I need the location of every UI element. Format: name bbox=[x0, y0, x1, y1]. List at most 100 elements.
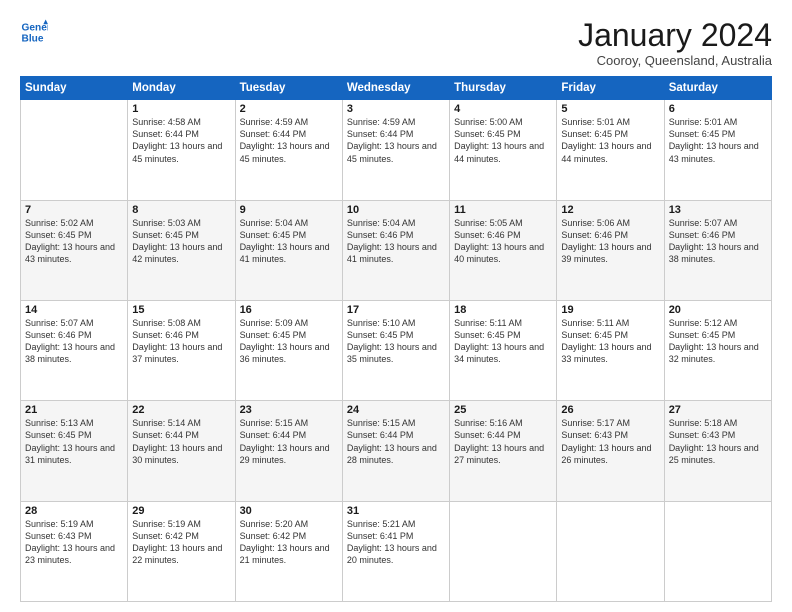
calendar-cell bbox=[557, 501, 664, 601]
day-info: Sunrise: 5:10 AM Sunset: 6:45 PM Dayligh… bbox=[347, 317, 445, 366]
day-number: 13 bbox=[669, 204, 767, 216]
col-header-thursday: Thursday bbox=[450, 77, 557, 100]
day-info: Sunrise: 5:17 AM Sunset: 6:43 PM Dayligh… bbox=[561, 417, 659, 466]
day-info: Sunrise: 4:58 AM Sunset: 6:44 PM Dayligh… bbox=[132, 116, 230, 165]
day-number: 18 bbox=[454, 304, 552, 316]
calendar-table: SundayMondayTuesdayWednesdayThursdayFrid… bbox=[20, 76, 772, 602]
calendar-cell: 13Sunrise: 5:07 AM Sunset: 6:46 PM Dayli… bbox=[664, 200, 771, 300]
day-info: Sunrise: 5:03 AM Sunset: 6:45 PM Dayligh… bbox=[132, 217, 230, 266]
day-info: Sunrise: 5:19 AM Sunset: 6:43 PM Dayligh… bbox=[25, 518, 123, 567]
day-number: 28 bbox=[25, 505, 123, 517]
col-header-wednesday: Wednesday bbox=[342, 77, 449, 100]
calendar-cell: 23Sunrise: 5:15 AM Sunset: 6:44 PM Dayli… bbox=[235, 401, 342, 501]
location-subtitle: Cooroy, Queensland, Australia bbox=[578, 53, 772, 68]
day-info: Sunrise: 5:00 AM Sunset: 6:45 PM Dayligh… bbox=[454, 116, 552, 165]
header-row: SundayMondayTuesdayWednesdayThursdayFrid… bbox=[21, 77, 772, 100]
day-number: 11 bbox=[454, 204, 552, 216]
calendar-cell: 28Sunrise: 5:19 AM Sunset: 6:43 PM Dayli… bbox=[21, 501, 128, 601]
day-number: 20 bbox=[669, 304, 767, 316]
day-number: 9 bbox=[240, 204, 338, 216]
day-number: 3 bbox=[347, 103, 445, 115]
calendar-cell: 30Sunrise: 5:20 AM Sunset: 6:42 PM Dayli… bbox=[235, 501, 342, 601]
day-number: 5 bbox=[561, 103, 659, 115]
day-number: 25 bbox=[454, 404, 552, 416]
day-number: 10 bbox=[347, 204, 445, 216]
day-info: Sunrise: 5:09 AM Sunset: 6:45 PM Dayligh… bbox=[240, 317, 338, 366]
calendar-cell: 1Sunrise: 4:58 AM Sunset: 6:44 PM Daylig… bbox=[128, 100, 235, 200]
col-header-tuesday: Tuesday bbox=[235, 77, 342, 100]
logo: General Blue bbox=[20, 18, 48, 46]
day-number: 19 bbox=[561, 304, 659, 316]
day-info: Sunrise: 5:18 AM Sunset: 6:43 PM Dayligh… bbox=[669, 417, 767, 466]
calendar-cell: 22Sunrise: 5:14 AM Sunset: 6:44 PM Dayli… bbox=[128, 401, 235, 501]
calendar-cell: 26Sunrise: 5:17 AM Sunset: 6:43 PM Dayli… bbox=[557, 401, 664, 501]
calendar-cell: 14Sunrise: 5:07 AM Sunset: 6:46 PM Dayli… bbox=[21, 300, 128, 400]
col-header-friday: Friday bbox=[557, 77, 664, 100]
calendar-cell: 7Sunrise: 5:02 AM Sunset: 6:45 PM Daylig… bbox=[21, 200, 128, 300]
calendar-cell bbox=[21, 100, 128, 200]
day-info: Sunrise: 5:07 AM Sunset: 6:46 PM Dayligh… bbox=[669, 217, 767, 266]
day-number: 15 bbox=[132, 304, 230, 316]
calendar-cell: 9Sunrise: 5:04 AM Sunset: 6:45 PM Daylig… bbox=[235, 200, 342, 300]
day-number: 2 bbox=[240, 103, 338, 115]
day-info: Sunrise: 5:15 AM Sunset: 6:44 PM Dayligh… bbox=[347, 417, 445, 466]
calendar-cell bbox=[664, 501, 771, 601]
calendar-cell: 16Sunrise: 5:09 AM Sunset: 6:45 PM Dayli… bbox=[235, 300, 342, 400]
calendar-cell: 3Sunrise: 4:59 AM Sunset: 6:44 PM Daylig… bbox=[342, 100, 449, 200]
calendar-cell: 12Sunrise: 5:06 AM Sunset: 6:46 PM Dayli… bbox=[557, 200, 664, 300]
day-number: 16 bbox=[240, 304, 338, 316]
day-info: Sunrise: 5:21 AM Sunset: 6:41 PM Dayligh… bbox=[347, 518, 445, 567]
day-info: Sunrise: 4:59 AM Sunset: 6:44 PM Dayligh… bbox=[240, 116, 338, 165]
logo-icon: General Blue bbox=[20, 18, 48, 46]
day-number: 27 bbox=[669, 404, 767, 416]
day-info: Sunrise: 5:01 AM Sunset: 6:45 PM Dayligh… bbox=[561, 116, 659, 165]
day-number: 7 bbox=[25, 204, 123, 216]
day-number: 12 bbox=[561, 204, 659, 216]
week-row-5: 28Sunrise: 5:19 AM Sunset: 6:43 PM Dayli… bbox=[21, 501, 772, 601]
day-number: 31 bbox=[347, 505, 445, 517]
title-block: January 2024 Cooroy, Queensland, Austral… bbox=[578, 18, 772, 68]
calendar-cell: 15Sunrise: 5:08 AM Sunset: 6:46 PM Dayli… bbox=[128, 300, 235, 400]
day-number: 8 bbox=[132, 204, 230, 216]
day-info: Sunrise: 5:02 AM Sunset: 6:45 PM Dayligh… bbox=[25, 217, 123, 266]
day-number: 23 bbox=[240, 404, 338, 416]
col-header-monday: Monday bbox=[128, 77, 235, 100]
calendar-cell: 25Sunrise: 5:16 AM Sunset: 6:44 PM Dayli… bbox=[450, 401, 557, 501]
day-number: 14 bbox=[25, 304, 123, 316]
day-info: Sunrise: 5:01 AM Sunset: 6:45 PM Dayligh… bbox=[669, 116, 767, 165]
calendar-cell: 2Sunrise: 4:59 AM Sunset: 6:44 PM Daylig… bbox=[235, 100, 342, 200]
day-number: 22 bbox=[132, 404, 230, 416]
calendar-cell: 27Sunrise: 5:18 AM Sunset: 6:43 PM Dayli… bbox=[664, 401, 771, 501]
day-info: Sunrise: 5:07 AM Sunset: 6:46 PM Dayligh… bbox=[25, 317, 123, 366]
day-info: Sunrise: 5:15 AM Sunset: 6:44 PM Dayligh… bbox=[240, 417, 338, 466]
day-number: 29 bbox=[132, 505, 230, 517]
day-number: 6 bbox=[669, 103, 767, 115]
day-number: 17 bbox=[347, 304, 445, 316]
day-info: Sunrise: 5:06 AM Sunset: 6:46 PM Dayligh… bbox=[561, 217, 659, 266]
day-info: Sunrise: 5:19 AM Sunset: 6:42 PM Dayligh… bbox=[132, 518, 230, 567]
week-row-1: 1Sunrise: 4:58 AM Sunset: 6:44 PM Daylig… bbox=[21, 100, 772, 200]
col-header-saturday: Saturday bbox=[664, 77, 771, 100]
day-info: Sunrise: 5:14 AM Sunset: 6:44 PM Dayligh… bbox=[132, 417, 230, 466]
calendar-cell: 5Sunrise: 5:01 AM Sunset: 6:45 PM Daylig… bbox=[557, 100, 664, 200]
calendar-cell: 17Sunrise: 5:10 AM Sunset: 6:45 PM Dayli… bbox=[342, 300, 449, 400]
header: General Blue January 2024 Cooroy, Queens… bbox=[20, 18, 772, 68]
day-number: 24 bbox=[347, 404, 445, 416]
calendar-cell: 4Sunrise: 5:00 AM Sunset: 6:45 PM Daylig… bbox=[450, 100, 557, 200]
calendar-cell: 18Sunrise: 5:11 AM Sunset: 6:45 PM Dayli… bbox=[450, 300, 557, 400]
calendar-cell: 19Sunrise: 5:11 AM Sunset: 6:45 PM Dayli… bbox=[557, 300, 664, 400]
calendar-cell: 10Sunrise: 5:04 AM Sunset: 6:46 PM Dayli… bbox=[342, 200, 449, 300]
col-header-sunday: Sunday bbox=[21, 77, 128, 100]
day-info: Sunrise: 5:04 AM Sunset: 6:45 PM Dayligh… bbox=[240, 217, 338, 266]
calendar-cell: 31Sunrise: 5:21 AM Sunset: 6:41 PM Dayli… bbox=[342, 501, 449, 601]
day-info: Sunrise: 5:05 AM Sunset: 6:46 PM Dayligh… bbox=[454, 217, 552, 266]
calendar-cell: 21Sunrise: 5:13 AM Sunset: 6:45 PM Dayli… bbox=[21, 401, 128, 501]
day-info: Sunrise: 5:04 AM Sunset: 6:46 PM Dayligh… bbox=[347, 217, 445, 266]
day-number: 21 bbox=[25, 404, 123, 416]
day-info: Sunrise: 5:13 AM Sunset: 6:45 PM Dayligh… bbox=[25, 417, 123, 466]
calendar-page: General Blue January 2024 Cooroy, Queens… bbox=[0, 0, 792, 612]
day-info: Sunrise: 5:20 AM Sunset: 6:42 PM Dayligh… bbox=[240, 518, 338, 567]
calendar-cell: 11Sunrise: 5:05 AM Sunset: 6:46 PM Dayli… bbox=[450, 200, 557, 300]
day-info: Sunrise: 4:59 AM Sunset: 6:44 PM Dayligh… bbox=[347, 116, 445, 165]
month-title: January 2024 bbox=[578, 18, 772, 53]
